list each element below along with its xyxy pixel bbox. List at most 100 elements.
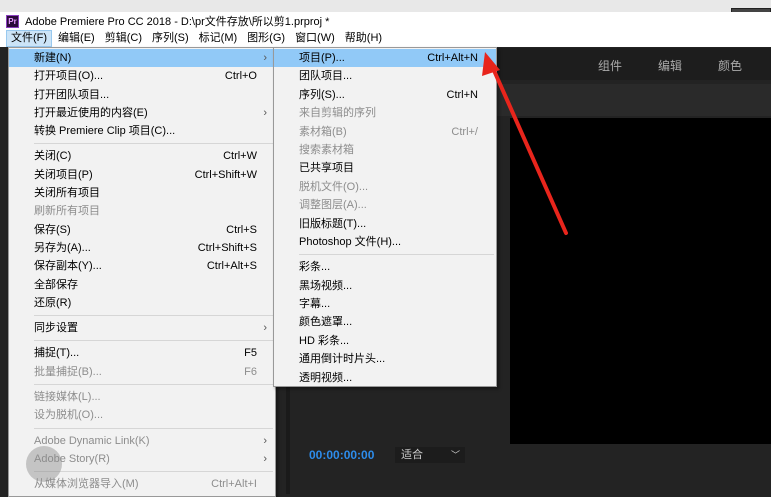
menu-item-label: Adobe Dynamic Link(K) (34, 434, 150, 447)
new-submenu-item-14[interactable]: 字幕... (274, 295, 496, 313)
file-menu-item-2[interactable]: 打开团队项目... (9, 86, 275, 104)
source-panel (286, 387, 510, 494)
file-menu-item-9: 刷新所有项目 (9, 202, 275, 220)
menu-separator (9, 381, 275, 388)
menu-item-label: 捕捉(T)... (34, 347, 80, 360)
chevron-right-icon: › (263, 452, 267, 465)
menu-5[interactable]: 图形(G) (243, 30, 289, 47)
menu-item-label: 彩条... (299, 261, 331, 274)
new-submenu-item-17[interactable]: 通用倒计时片头... (274, 350, 496, 368)
fit-dropdown[interactable]: 适合 ﹀ (395, 447, 465, 463)
menu-item-label: 搜索素材箱 (299, 143, 354, 156)
menu-item-label: 调整图层(A)... (299, 199, 367, 212)
new-submenu-item-6[interactable]: 已共享项目 (274, 159, 496, 177)
tab-color[interactable]: 颜色 (718, 57, 742, 74)
menu-item-label: 通用倒计时片头... (299, 353, 386, 366)
file-menu-item-4[interactable]: 转换 Premiere Clip 项目(C)... (9, 122, 275, 140)
menu-separator (9, 425, 275, 432)
menu-item-label: 素材箱(B) (299, 125, 347, 138)
menu-7[interactable]: 帮助(H) (341, 30, 386, 47)
file-menu-item-14[interactable]: 还原(R) (9, 294, 275, 312)
file-menu-item-22: 设为脱机(O)... (9, 406, 275, 424)
menu-item-label: 保存副本(Y)... (34, 260, 102, 273)
file-menu-item-10[interactable]: 保存(S) Ctrl+S (9, 221, 275, 239)
menu-item-label: 转换 Premiere Clip 项目(C)... (34, 125, 176, 138)
premiere-logo-icon: Pr (6, 14, 19, 28)
menu-item-label: 透明视频... (299, 371, 353, 384)
new-submenu-item-7: 脱机文件(O)... (274, 178, 496, 196)
menu-item-label: 颜色遮罩... (299, 316, 353, 329)
shortcut-label: F5 (244, 347, 257, 360)
menu-item-label: 打开项目(O)... (34, 70, 104, 83)
menu-item-label: 项目(P)... (299, 52, 345, 64)
tab-assembly[interactable]: 组件 (598, 57, 622, 74)
new-submenu-item-13[interactable]: 黑场视频... (274, 277, 496, 295)
menu-item-label: 保存(S) (34, 223, 71, 236)
menu-item-label: 打开最近使用的内容(E) (34, 106, 148, 119)
menu-item-label: 批量捕捉(B)... (34, 365, 102, 378)
file-menu-item-13[interactable]: 全部保存 (9, 276, 275, 294)
menu-6[interactable]: 窗口(W) (291, 30, 339, 47)
cursor-indicator (26, 446, 62, 482)
new-submenu-item-18[interactable]: 透明视频... (274, 369, 496, 387)
menu-item-label: HD 彩条... (299, 334, 350, 347)
new-submenu: 项目(P)... Ctrl+Alt+N 团队项目... 序列(S)... Ctrl+N 来… (273, 47, 497, 387)
new-submenu-item-15[interactable]: 颜色遮罩... (274, 313, 496, 331)
fit-value: 适合 (401, 449, 423, 461)
shortcut-label: Ctrl+W (223, 150, 257, 163)
new-submenu-item-0[interactable]: 项目(P)... Ctrl+Alt+N (274, 49, 496, 68)
menu-item-label: 链接媒体(L)... (34, 391, 101, 404)
file-menu-item-1[interactable]: 打开项目(O)... Ctrl+O (9, 67, 275, 85)
file-menu-item-3[interactable]: 打开最近使用的内容(E) › (9, 104, 275, 122)
chevron-down-icon: ﹀ (450, 450, 460, 460)
new-submenu-item-1[interactable]: 团队项目... (274, 67, 496, 85)
menu-item-label: 字幕... (299, 298, 331, 311)
menu-item-label: 关闭项目(P) (34, 168, 93, 181)
chevron-right-icon: › (263, 322, 267, 335)
title-bar: Pr Adobe Premiere Pro CC 2018 - D:\pr文件存… (0, 12, 771, 30)
menu-item-label: 黑场视频... (299, 279, 353, 292)
file-menu-item-18[interactable]: 捕捉(T)... F5 (9, 344, 275, 362)
file-menu-item-21: 链接媒体(L)... (9, 388, 275, 406)
tab-editing[interactable]: 编辑 (658, 57, 682, 74)
menu-item-label: 设为脱机(O)... (34, 409, 104, 422)
file-menu-item-7[interactable]: 关闭项目(P) Ctrl+Shift+W (9, 166, 275, 184)
menu-item-label: 关闭所有项目 (34, 187, 100, 200)
new-submenu-item-9[interactable]: 旧版标题(T)... (274, 215, 496, 233)
file-menu-item-16[interactable]: 同步设置 › (9, 319, 275, 337)
menu-item-label: 团队项目... (299, 70, 353, 83)
file-menu-item-19: 批量捕捉(B)... F6 (9, 363, 275, 381)
file-menu-item-12[interactable]: 保存副本(Y)... Ctrl+Alt+S (9, 257, 275, 275)
timecode-display[interactable]: 00:00:00:00 (309, 448, 374, 462)
chevron-right-icon: › (263, 106, 267, 119)
file-menu: 新建(N) › 打开项目(O)... Ctrl+O 打开团队项目... 打开最近使用的内容… (8, 47, 276, 497)
menu-item-label: 已共享项目 (299, 162, 354, 175)
menu-item-label: 打开团队项目... (34, 88, 110, 101)
menu-item-label: 另存为(A)... (34, 241, 91, 254)
shortcut-label: Ctrl+Shift+W (194, 168, 257, 181)
menu-4[interactable]: 标记(M) (195, 30, 242, 47)
new-submenu-item-4: 素材箱(B) Ctrl+/ (274, 123, 496, 141)
menu-2[interactable]: 剪辑(C) (101, 30, 146, 47)
menu-0[interactable]: 文件(F) (6, 30, 53, 47)
new-submenu-item-10[interactable]: Photoshop 文件(H)... (274, 233, 496, 251)
menu-3[interactable]: 序列(S) (148, 30, 193, 47)
new-submenu-item-12[interactable]: 彩条... (274, 258, 496, 276)
file-menu-item-8[interactable]: 关闭所有项目 (9, 184, 275, 202)
menu-bar: 文件(F) 编辑(E) 剪辑(C) 序列(S) 标记(M) 图形(G) 窗口(W) 帮助(H) (0, 30, 771, 47)
menu-separator (9, 140, 275, 147)
file-menu-item-6[interactable]: 关闭(C) Ctrl+W (9, 147, 275, 165)
shortcut-label: Ctrl+Shift+S (197, 241, 257, 254)
file-menu-item-11[interactable]: 另存为(A)... Ctrl+Shift+S (9, 239, 275, 257)
menu-1[interactable]: 编辑(E) (54, 30, 99, 47)
new-submenu-item-2[interactable]: 序列(S)... Ctrl+N (274, 86, 496, 104)
new-submenu-item-5: 搜索素材箱 (274, 141, 496, 159)
file-menu-item-0[interactable]: 新建(N) › (9, 49, 275, 68)
new-submenu-item-16[interactable]: HD 彩条... (274, 332, 496, 350)
shortcut-label: Ctrl+Alt+N (427, 52, 478, 64)
new-submenu-item-8: 调整图层(A)... (274, 196, 496, 214)
new-submenu-item-3: 来自剪辑的序列 (274, 104, 496, 122)
menu-item-label: 新建(N) (34, 52, 72, 64)
menu-item-label: 同步设置 (34, 322, 78, 335)
menu-item-label: 刷新所有项目 (34, 205, 100, 218)
